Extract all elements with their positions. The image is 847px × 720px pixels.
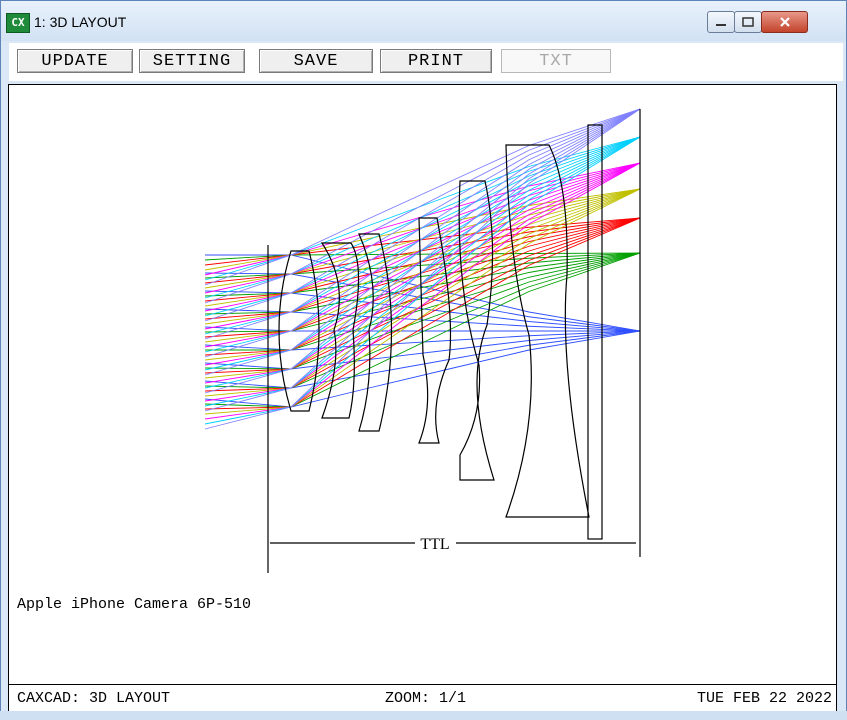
- ray-line: [204, 217, 641, 320]
- lens-element-2: [320, 242, 360, 419]
- status-date: TUE FEB 22 2022: [696, 690, 832, 707]
- ttl-label: TTL: [420, 536, 449, 553]
- txt-button: TXT: [501, 49, 611, 73]
- window-title: 1: 3D LAYOUT: [34, 14, 127, 30]
- status-mode: CAXCAD: 3D LAYOUT: [17, 690, 171, 707]
- print-button[interactable]: PRINT: [380, 49, 492, 73]
- maximize-button[interactable]: [734, 11, 762, 33]
- lens-caption: Apple iPhone Camera 6P-510: [17, 596, 252, 613]
- minimize-button[interactable]: [707, 11, 735, 33]
- toolbar: UPDATE SETTING SAVE PRINT TXT: [9, 43, 843, 81]
- layout-canvas[interactable]: TTL: [8, 84, 837, 584]
- ray-line: [204, 136, 641, 425]
- app-icon: CX: [6, 13, 30, 33]
- status-zoom: ZOOM: 1/1: [385, 690, 467, 707]
- save-button[interactable]: SAVE: [259, 49, 373, 73]
- lens-layout-drawing: TTL: [204, 108, 641, 573]
- ray-line: [204, 188, 641, 307]
- status-bar: CAXCAD: 3D LAYOUT ZOOM: 1/1 TUE FEB 22 2…: [8, 684, 837, 712]
- window-bottom-edge: [0, 711, 847, 720]
- update-button[interactable]: UPDATE: [17, 49, 133, 73]
- maximize-icon: [742, 17, 754, 27]
- ray-line: [204, 252, 641, 279]
- setting-button[interactable]: SETTING: [139, 49, 245, 73]
- ray-line: [204, 188, 641, 415]
- ray-line: [204, 217, 641, 266]
- minimize-icon: [716, 24, 726, 26]
- caption-panel: Apple iPhone Camera 6P-510: [8, 582, 837, 685]
- ray-bundles: [204, 108, 641, 430]
- title-bar[interactable]: CX 1: 3D LAYOUT: [1, 1, 846, 41]
- ir-filter: [587, 124, 603, 540]
- close-icon: [779, 17, 790, 27]
- close-button[interactable]: [761, 11, 808, 33]
